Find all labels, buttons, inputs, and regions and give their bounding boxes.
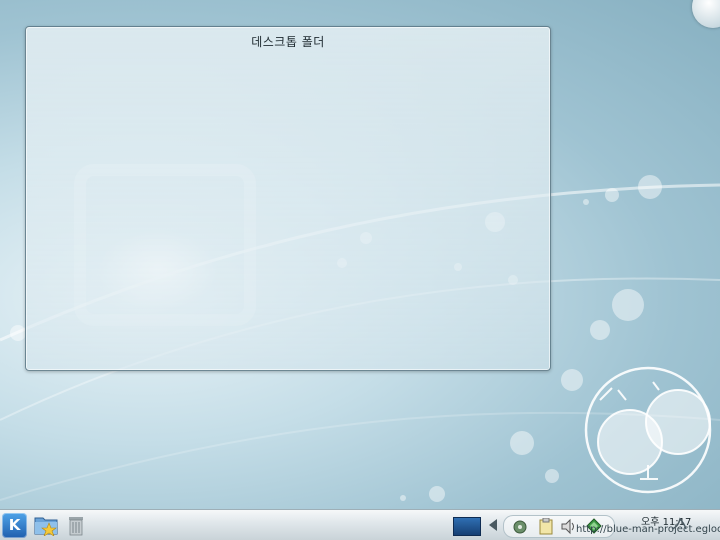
- desktop-folder-widget[interactable]: 데스크톱 폴더: [25, 26, 551, 371]
- virtual-desktop-pager-icon[interactable]: [453, 517, 481, 536]
- folder-widget-title: 데스크톱 폴더: [251, 35, 325, 49]
- folder-favorites-icon[interactable]: [34, 514, 58, 536]
- panel-cashew-icon[interactable]: [670, 515, 688, 533]
- kde-menu-button[interactable]: K: [2, 513, 27, 538]
- watermark-text: http://blue-man-project.egloos.com: [576, 524, 720, 535]
- network-icon[interactable]: [512, 518, 528, 535]
- clipboard-icon[interactable]: [538, 518, 554, 535]
- trash-icon[interactable]: [64, 514, 88, 536]
- volume-icon[interactable]: [560, 518, 576, 535]
- tray-expand-arrow-icon[interactable]: [489, 519, 497, 531]
